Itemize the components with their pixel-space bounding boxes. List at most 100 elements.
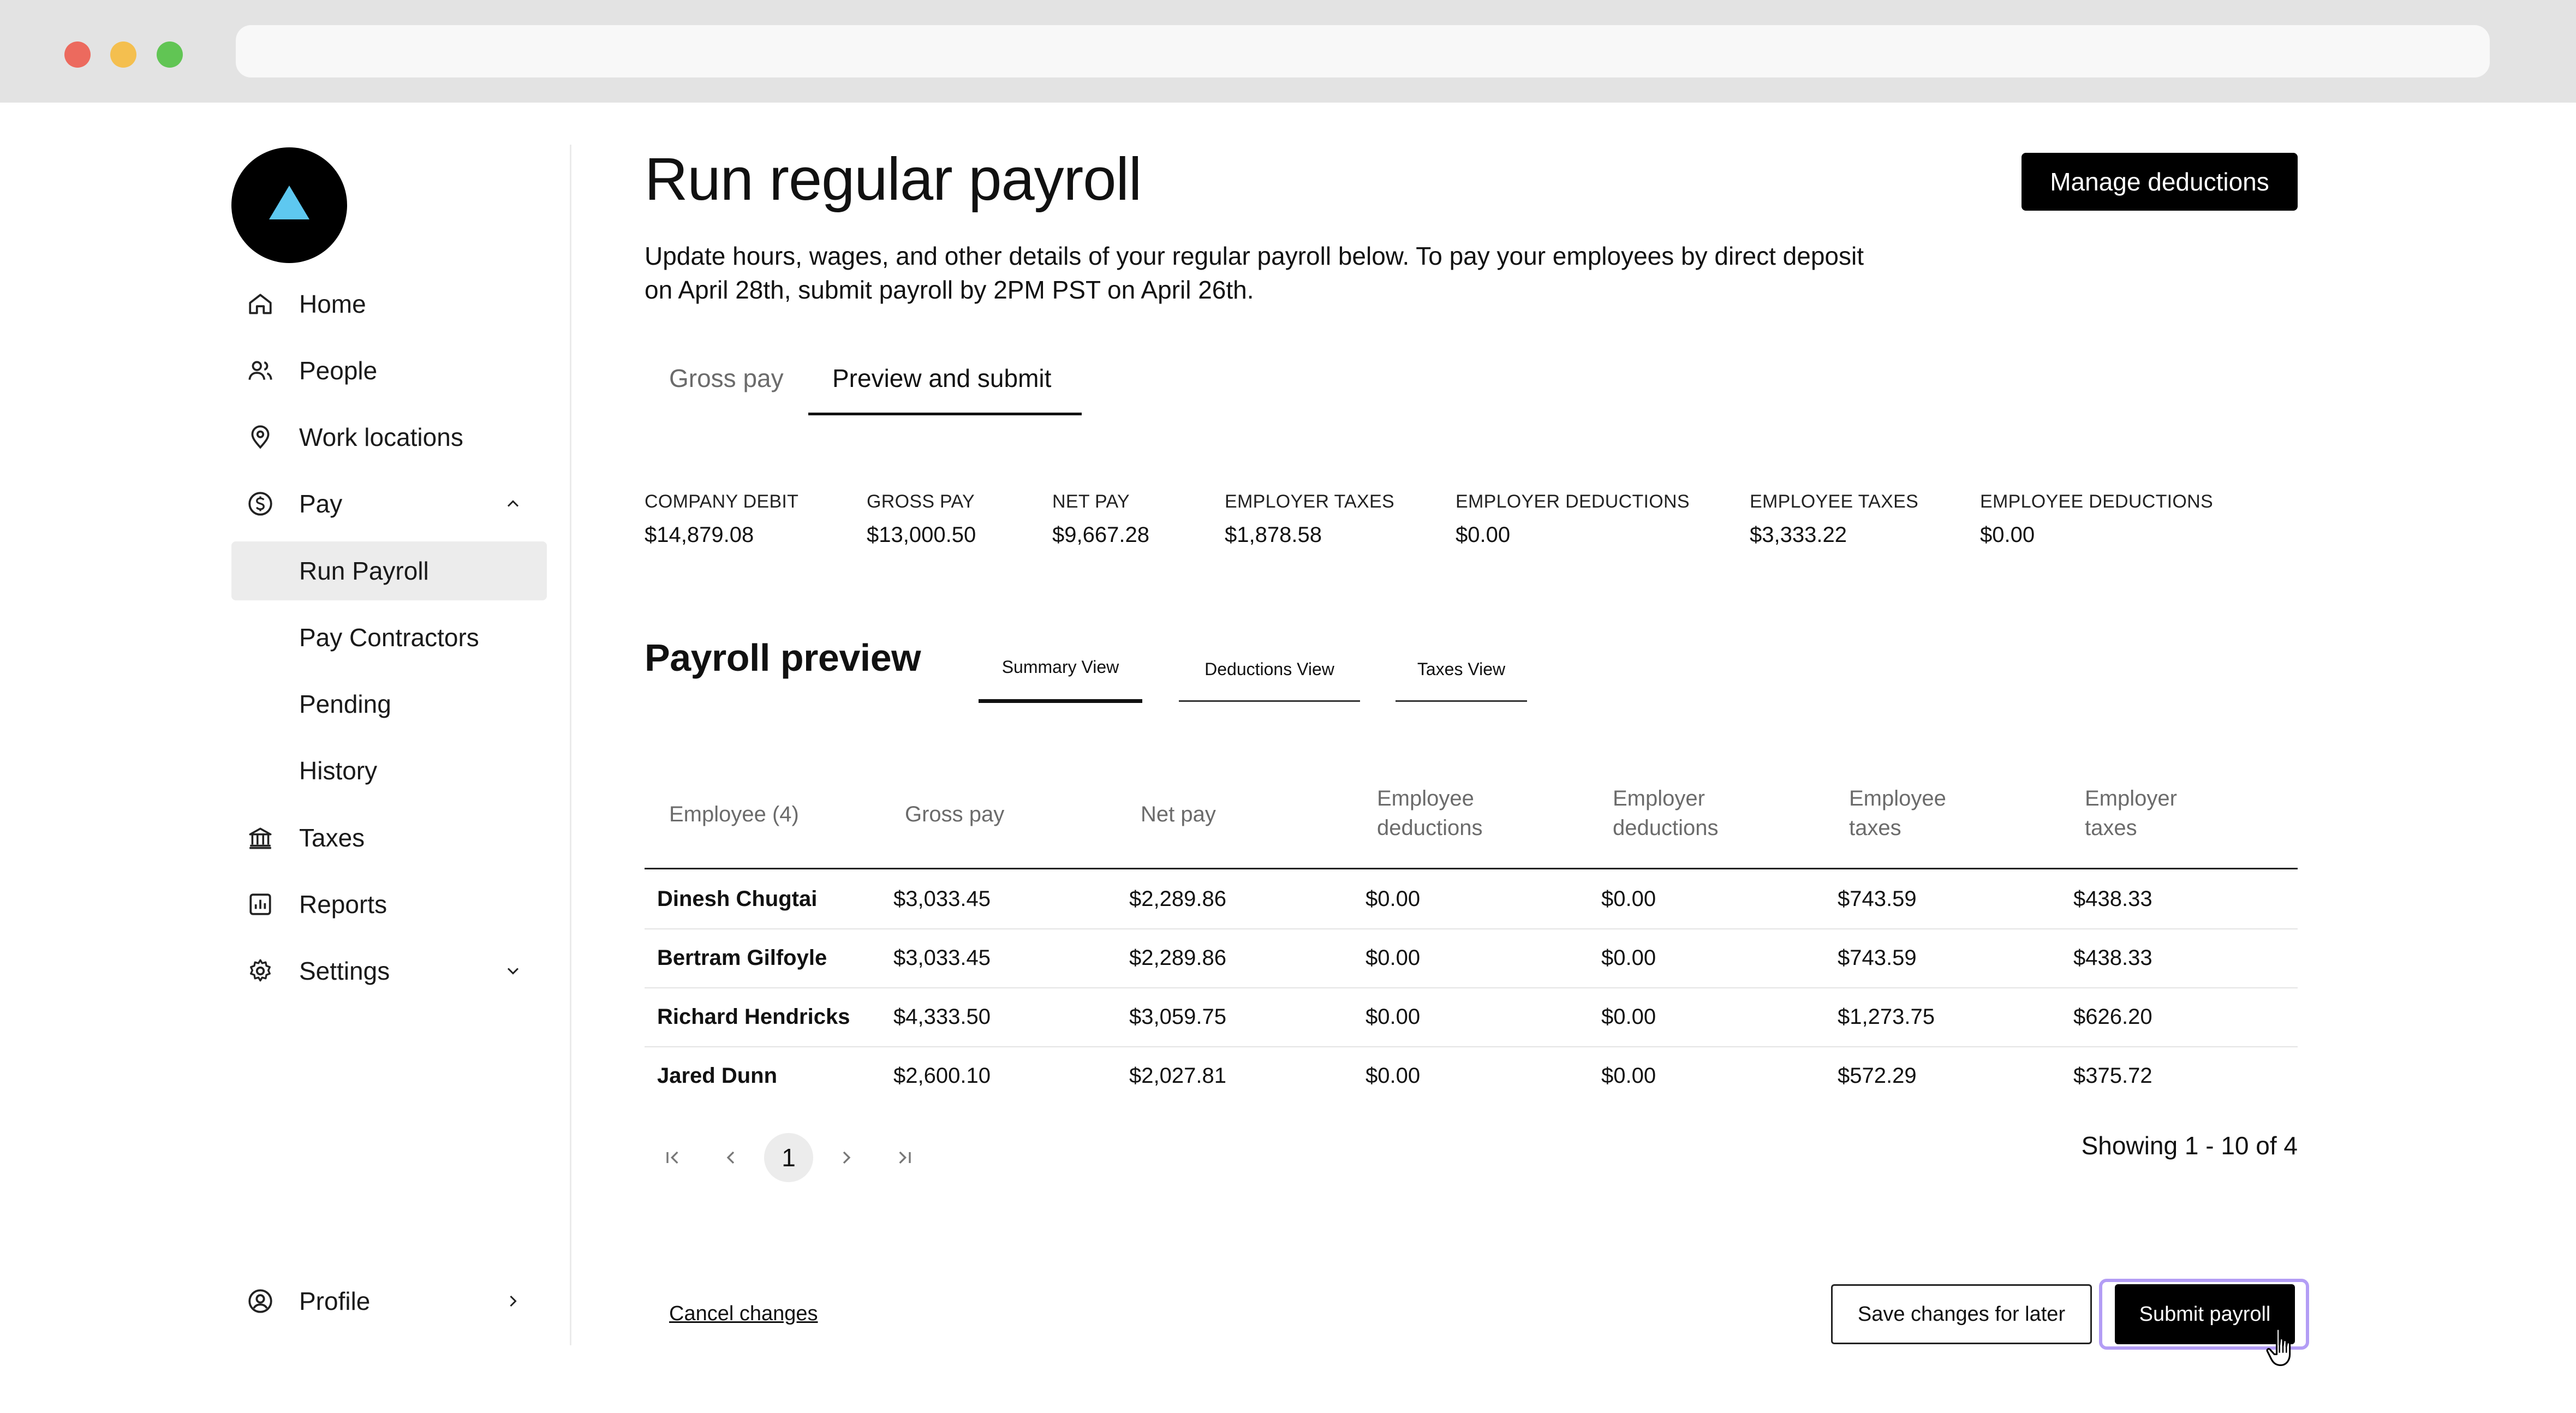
employer-taxes-cell: $438.33 [2073,946,2152,970]
stat-value: $0.00 [1980,523,2035,547]
employer-taxes-cell: $438.33 [2073,887,2152,911]
tab-preview-and-submit[interactable]: Preview and submit [832,363,1051,393]
gear-icon [250,959,271,982]
employee-taxes-cell: $743.59 [1838,887,1917,911]
chevron-up-icon [507,500,519,507]
taxes-view-underline [1396,700,1527,702]
stat-value: $3,333.22 [1750,523,1847,547]
save-changes-button[interactable]: Save changes for later [1831,1284,2092,1344]
column-header-net-pay[interactable]: Net pay [1141,800,1216,829]
column-header-employer-deductions[interactable]: Employer deductions [1613,784,1718,843]
payroll-preview-title: Payroll preview [645,636,921,679]
stat-label: NET PAY [1052,491,1130,512]
employee-taxes-cell: $743.59 [1838,946,1917,970]
last-page-button[interactable] [880,1133,929,1182]
stat-label: EMPLOYEE DEDUCTIONS [1980,491,2213,512]
sidebar-item-home[interactable]: Home [231,275,547,333]
chevron-right-icon [843,1151,851,1164]
net-pay-cell: $2,289.86 [1129,887,1226,911]
cancel-changes-link[interactable]: Cancel changes [669,1302,818,1326]
chevron-right-icon [510,1295,517,1307]
deductions-view-underline [1179,700,1360,702]
active-tab-indicator [808,413,1082,415]
page-number-button[interactable]: 1 [764,1133,813,1182]
stat-value: $0.00 [1456,523,1511,547]
sidebar-item-run-payroll[interactable]: Run Payroll [231,541,547,600]
chart-icon [249,893,271,915]
bank-icon [249,827,272,849]
gross-pay-cell: $3,033.45 [893,887,991,911]
manage-deductions-button[interactable]: Manage deductions [2022,153,2298,211]
browser-chrome [0,0,2576,103]
last-page-icon [899,1151,911,1164]
home-icon [249,294,272,314]
stat-value: $9,667.28 [1052,523,1149,547]
chevron-down-icon [507,968,519,975]
column-header-employee-deductions[interactable]: Employee deductions [1377,784,1482,843]
people-icon [248,361,272,380]
sidebar-item-pending[interactable]: Pending [231,675,547,734]
sidebar-item-taxes[interactable]: Taxes [231,808,547,867]
sidebar-item-reports[interactable]: Reports [231,875,547,934]
first-page-button[interactable] [648,1133,697,1182]
column-header-employee-taxes[interactable]: Employee taxes [1849,784,1946,843]
location-pin-icon [251,425,270,449]
sidebar-item-label: Taxes [299,824,365,852]
sidebar-item-profile[interactable]: Profile [231,1272,547,1331]
employee-name: Jared Dunn [657,1064,778,1088]
pagination-status: Showing 1 - 10 of 4 [2081,1131,2298,1160]
row-divider [645,1046,2298,1047]
tab-deductions-view[interactable]: Deductions View [1179,659,1360,679]
sidebar-item-history[interactable]: History [231,741,547,800]
employee-name: Bertram Gilfoyle [657,946,827,970]
sidebar-divider [570,145,571,1345]
first-page-icon [666,1151,678,1164]
employer-deductions-cell: $0.00 [1601,1005,1656,1029]
stat-label: COMPANY DEBIT [645,491,799,512]
stat-label: EMPLOYER TAXES [1225,491,1394,512]
sidebar-item-pay[interactable]: Pay [231,474,547,533]
stat-label: EMPLOYEE TAXES [1750,491,1919,512]
row-divider [645,928,2298,929]
sidebar-item-settings[interactable]: Settings [231,941,547,1000]
tab-gross-pay[interactable]: Gross pay [669,363,784,393]
sidebar-item-label: People [299,356,378,385]
next-page-button[interactable] [822,1133,871,1182]
gross-pay-cell: $2,600.10 [893,1064,991,1088]
dollar-circle-icon [248,492,272,516]
employer-deductions-cell: $0.00 [1601,1064,1656,1088]
row-divider [645,987,2298,988]
sidebar-item-label: Run Payroll [299,557,429,585]
column-header-employer-taxes[interactable]: Employer taxes [2085,784,2177,843]
sidebar-item-label: Reports [299,890,387,919]
chevron-left-icon [726,1151,735,1164]
minimize-window-button[interactable] [110,41,136,68]
sidebar-item-label: Settings [299,957,390,985]
sidebar-item-pay-contractors[interactable]: Pay Contractors [231,608,547,667]
sidebar-item-work-locations[interactable]: Work locations [231,408,547,467]
employee-deductions-cell: $0.00 [1365,946,1421,970]
employer-taxes-cell: $375.72 [2073,1064,2152,1088]
employee-taxes-cell: $1,273.75 [1838,1005,1935,1029]
employee-deductions-cell: $0.00 [1365,887,1421,911]
sidebar-item-people[interactable]: People [231,341,547,400]
previous-page-button[interactable] [706,1133,755,1182]
sidebar-item-label: History [299,756,378,785]
employee-name: Richard Hendricks [657,1005,850,1029]
address-bar[interactable] [236,25,2490,77]
stat-label: EMPLOYER DEDUCTIONS [1456,491,1690,512]
employee-deductions-cell: $0.00 [1365,1005,1421,1029]
summary-view-underline [979,699,1142,703]
employer-deductions-cell: $0.00 [1601,946,1656,970]
sidebar-item-label: Profile [299,1287,371,1315]
triangle-logo[interactable] [231,147,347,263]
tab-taxes-view[interactable]: Taxes View [1396,659,1527,679]
sidebar-item-label: Home [299,290,366,318]
column-header-employee[interactable]: Employee (4) [669,800,799,829]
close-window-button[interactable] [64,41,91,68]
column-header-gross-pay[interactable]: Gross pay [905,800,1004,829]
employer-deductions-cell: $0.00 [1601,887,1656,911]
page-title: Run regular payroll [645,146,1142,213]
tab-summary-view[interactable]: Summary View [979,657,1142,677]
maximize-window-button[interactable] [157,41,183,68]
